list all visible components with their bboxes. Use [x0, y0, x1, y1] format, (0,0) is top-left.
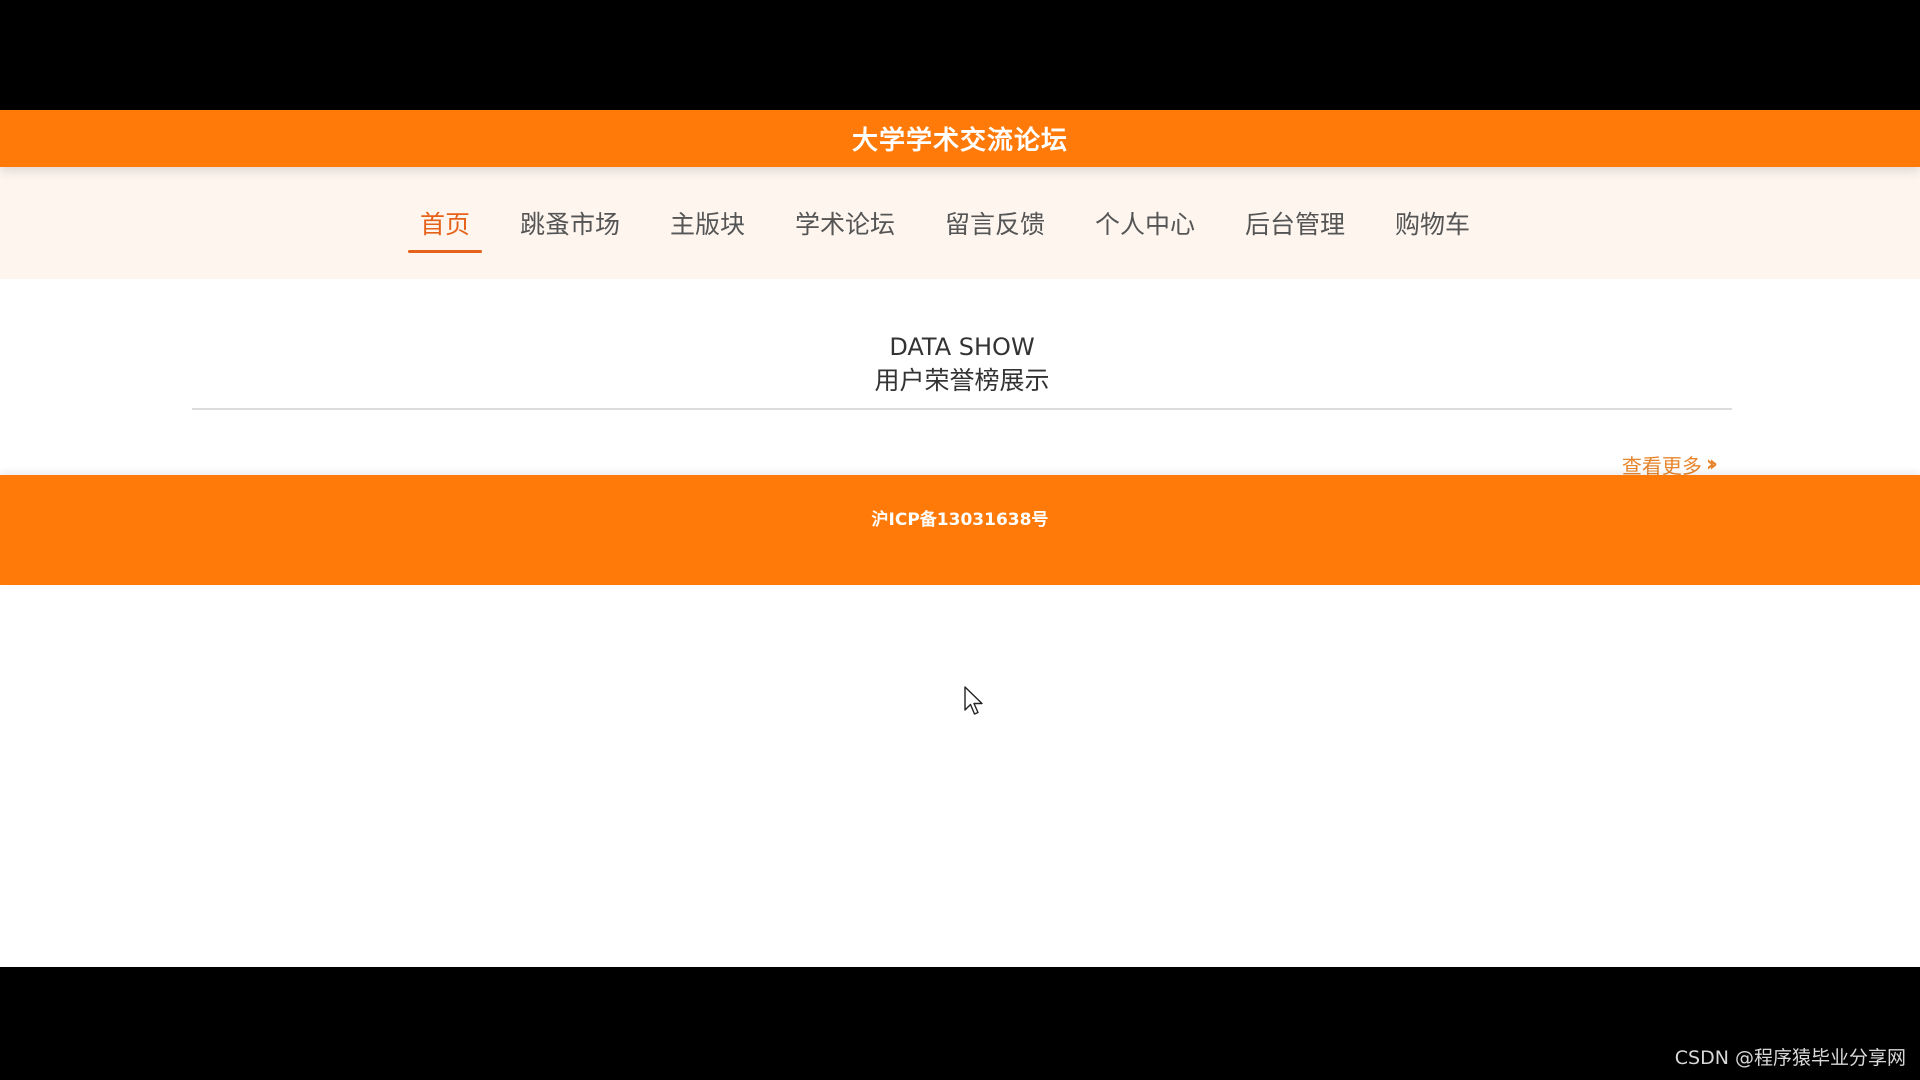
browser-viewport: 大学学术交流论坛 首页 跳蚤市场 主版块 学术论坛 留言反馈 个人中心 后台管理…	[0, 110, 1920, 967]
honor-board-section: DATA SHOW 用户荣誉榜展示 查看更多 ››	[192, 330, 1732, 478]
mouse-cursor-icon	[964, 686, 983, 715]
nav-item-personal-center[interactable]: 个人中心	[1083, 197, 1207, 249]
video-frame: 大学学术交流论坛 首页 跳蚤市场 主版块 学术论坛 留言反馈 个人中心 后台管理…	[0, 0, 1920, 1080]
section-title-en: DATA SHOW	[889, 333, 1035, 361]
nav-item-admin[interactable]: 后台管理	[1233, 197, 1357, 249]
main-nav: 首页 跳蚤市场 主版块 学术论坛 留言反馈 个人中心 后台管理 购物车	[0, 167, 1920, 279]
nav-item-home[interactable]: 首页	[407, 197, 482, 253]
section-title-cn: 用户荣誉榜展示	[874, 366, 1050, 395]
nav-item-cart[interactable]: 购物车	[1383, 197, 1482, 249]
nav-list: 首页 跳蚤市场 主版块 学术论坛 留言反馈 个人中心 后台管理 购物车	[395, 197, 1495, 253]
nav-item-academic-forum[interactable]: 学术论坛	[783, 197, 907, 249]
site-title: 大学学术交流论坛	[851, 126, 1068, 156]
nav-item-feedback[interactable]: 留言反馈	[933, 197, 1057, 249]
double-chevron-right-icon: ››	[1705, 452, 1718, 477]
section-divider	[192, 408, 1732, 410]
nav-item-flea-market[interactable]: 跳蚤市场	[508, 197, 632, 249]
site-footer: 沪ICP备13031638号	[0, 475, 1920, 585]
watermark: CSDN @程序猿毕业分享网	[1674, 1047, 1906, 1069]
site-header: 大学学术交流论坛	[0, 110, 1920, 167]
nav-item-main-board[interactable]: 主版块	[658, 197, 757, 249]
icp-record: 沪ICP备13031638号	[871, 510, 1049, 530]
